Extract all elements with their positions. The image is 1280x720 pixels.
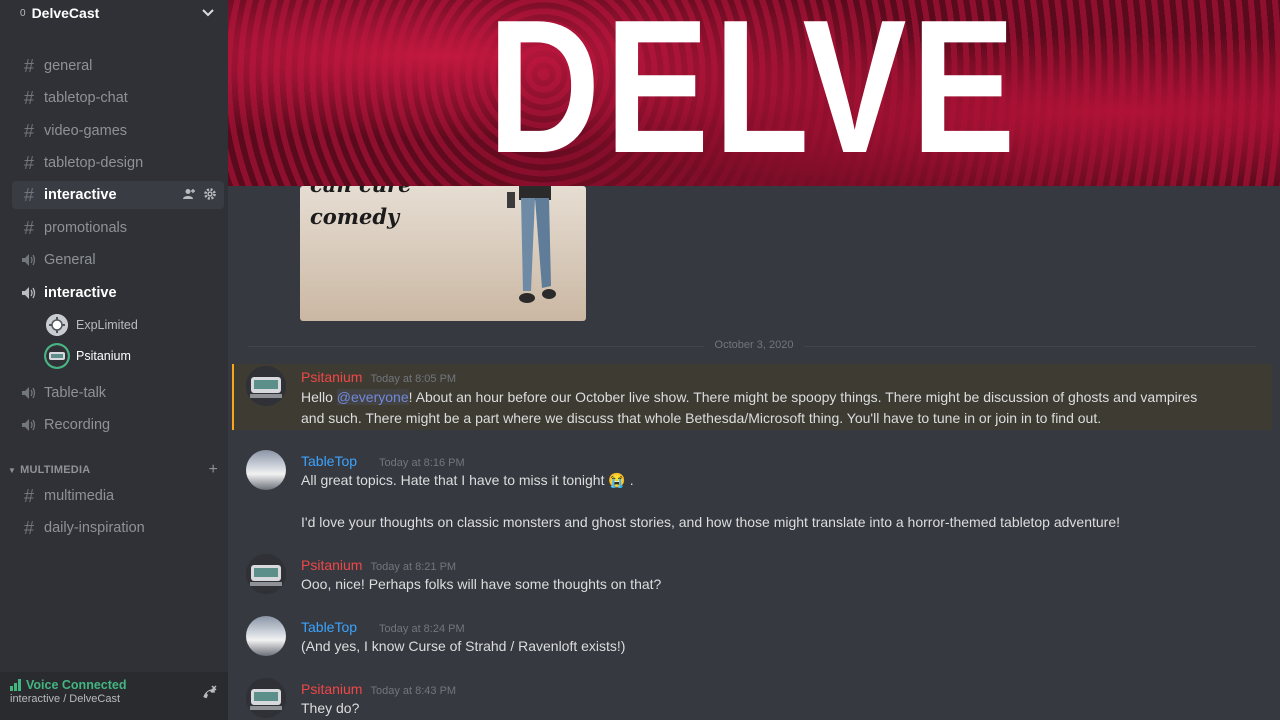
- channel-label: multimedia: [44, 488, 115, 504]
- voice-user-name: Psitanium: [76, 349, 131, 363]
- channel-daily-inspiration[interactable]: # daily-inspiration: [12, 514, 224, 542]
- channel-label: video-games: [44, 123, 128, 139]
- speaker-icon: [20, 253, 38, 267]
- hash-icon: #: [23, 55, 34, 76]
- voice-user-name: ExpLimited: [76, 318, 138, 332]
- message-author[interactable]: Psitanium: [301, 369, 362, 385]
- hash-icon: #: [23, 120, 34, 141]
- voice-location: interactive / DelveCast: [10, 693, 121, 705]
- voice-channel-interactive[interactable]: interactive: [12, 279, 224, 307]
- server-header[interactable]: 0 DelveCast: [0, 0, 228, 26]
- message-psitanium-mention[interactable]: Psitanium Today at 8:05 PM Hello @everyo…: [232, 364, 1272, 430]
- category-multimedia[interactable]: ▼ MULTIMEDIA +: [8, 461, 218, 479]
- embedded-image[interactable]: can cure comedy: [300, 186, 586, 321]
- gear-icon[interactable]: [204, 187, 216, 203]
- avatar: [46, 314, 68, 336]
- message-author[interactable]: TableTop: [301, 619, 371, 635]
- hash-icon: #: [23, 485, 34, 506]
- discord-window: 0 DelveCast # general # tabletop-chat # …: [0, 0, 1280, 720]
- voice-status-label: Voice Connected: [26, 678, 127, 692]
- channel-label: promotionals: [44, 220, 128, 236]
- walking-person-image: [507, 186, 556, 303]
- hash-icon: #: [23, 184, 34, 205]
- hash-icon: #: [23, 87, 34, 108]
- message-author[interactable]: Psitanium: [301, 681, 362, 697]
- image-caption: can cure: [310, 186, 411, 197]
- channel-label: Recording: [44, 417, 111, 433]
- message-text: and such. There might be a part where we…: [301, 410, 1102, 426]
- speaker-icon: [20, 386, 38, 400]
- avatar[interactable]: [246, 554, 286, 594]
- message-list: can cure comedy October 3, 2020 Psitaniu…: [232, 186, 1280, 720]
- category-label: MULTIMEDIA: [20, 464, 91, 476]
- avatar[interactable]: [246, 366, 286, 406]
- server-badge: 0: [20, 7, 26, 19]
- voice-status[interactable]: Voice Connected: [10, 678, 218, 692]
- channel-video-games[interactable]: # video-games: [12, 117, 224, 145]
- hash-icon: #: [23, 152, 34, 173]
- channel-label: tabletop-chat: [44, 90, 128, 106]
- message-timestamp: Today at 8:43 PM: [370, 685, 457, 697]
- stream-banner: DELVE: [228, 0, 1280, 186]
- message-text: All great topics. Hate that I have to mi…: [301, 472, 634, 488]
- avatar: [46, 345, 68, 367]
- message-psitanium[interactable]: Psitanium Today at 8:43 PM They do?: [232, 676, 1272, 720]
- speaker-icon: [20, 418, 38, 432]
- message-timestamp: Today at 8:21 PM: [370, 561, 457, 573]
- channel-label: interactive: [44, 285, 117, 301]
- channel-label: General: [44, 252, 96, 268]
- everyone-mention[interactable]: @everyone: [336, 389, 409, 405]
- voice-channel-table-talk[interactable]: Table-talk: [12, 379, 224, 407]
- hash-icon: #: [23, 517, 34, 538]
- voice-channel-general[interactable]: General: [12, 246, 224, 274]
- add-channel-icon[interactable]: +: [208, 461, 218, 479]
- message-text: They do?: [301, 700, 360, 716]
- date-divider: October 3, 2020: [232, 339, 1256, 351]
- message-tabletop[interactable]: TableTop Today at 8:24 PM (And yes, I kn…: [232, 614, 1272, 664]
- message-text: (And yes, I know Curse of Strahd / Raven…: [301, 638, 626, 654]
- message-timestamp: Today at 8:05 PM: [370, 373, 457, 385]
- message-author[interactable]: TableTop: [301, 453, 371, 469]
- channel-interactive[interactable]: # interactive: [12, 181, 224, 209]
- channel-multimedia[interactable]: # multimedia: [12, 482, 224, 510]
- message-timestamp: Today at 8:24 PM: [379, 623, 465, 635]
- channel-label: interactive: [44, 187, 117, 203]
- channel-label: daily-inspiration: [44, 520, 145, 536]
- message-text: Hello @everyone! About an hour before ou…: [301, 389, 1198, 405]
- avatar[interactable]: [246, 678, 286, 718]
- message-timestamp: Today at 8:16 PM: [379, 457, 465, 469]
- channel-promotionals[interactable]: # promotionals: [12, 214, 224, 242]
- channel-sidebar: 0 DelveCast # general # tabletop-chat # …: [0, 0, 228, 720]
- channel-label: tabletop-design: [44, 155, 144, 171]
- message-text: Ooo, nice! Perhaps folks will have some …: [301, 576, 662, 592]
- chevron-down-icon[interactable]: [202, 6, 214, 20]
- channel-label: Table-talk: [44, 385, 107, 401]
- voice-user-explimited[interactable]: ExpLimited: [46, 312, 138, 338]
- add-member-icon[interactable]: [183, 188, 196, 203]
- chevron-down-icon: ▼: [8, 465, 17, 475]
- message-tabletop[interactable]: TableTop Today at 8:16 PM All great topi…: [232, 448, 1272, 538]
- channel-general[interactable]: # general: [12, 52, 224, 80]
- server-name: DelveCast: [31, 5, 100, 21]
- avatar[interactable]: [246, 450, 286, 490]
- message-psitanium[interactable]: Psitanium Today at 8:21 PM Ooo, nice! Pe…: [232, 552, 1272, 602]
- channel-tabletop-chat[interactable]: # tabletop-chat: [12, 84, 224, 112]
- signal-icon: [10, 679, 21, 691]
- voice-channel-recording[interactable]: Recording: [12, 411, 224, 439]
- image-caption: comedy: [310, 204, 400, 229]
- date-divider-label: October 3, 2020: [704, 339, 804, 351]
- channel-label: general: [44, 58, 93, 74]
- speaker-icon: [20, 286, 38, 300]
- voice-user-psitanium[interactable]: Psitanium: [46, 343, 131, 369]
- avatar[interactable]: [246, 616, 286, 656]
- banner-title: DELVE: [487, 0, 1021, 186]
- message-author[interactable]: Psitanium: [301, 557, 362, 573]
- disconnect-icon[interactable]: [200, 684, 218, 702]
- message-text: I'd love your thoughts on classic monste…: [301, 514, 1121, 530]
- channel-tabletop-design[interactable]: # tabletop-design: [12, 149, 224, 177]
- hash-icon: #: [23, 217, 34, 238]
- voice-connection-panel: Voice Connected interactive / DelveCast: [0, 672, 228, 720]
